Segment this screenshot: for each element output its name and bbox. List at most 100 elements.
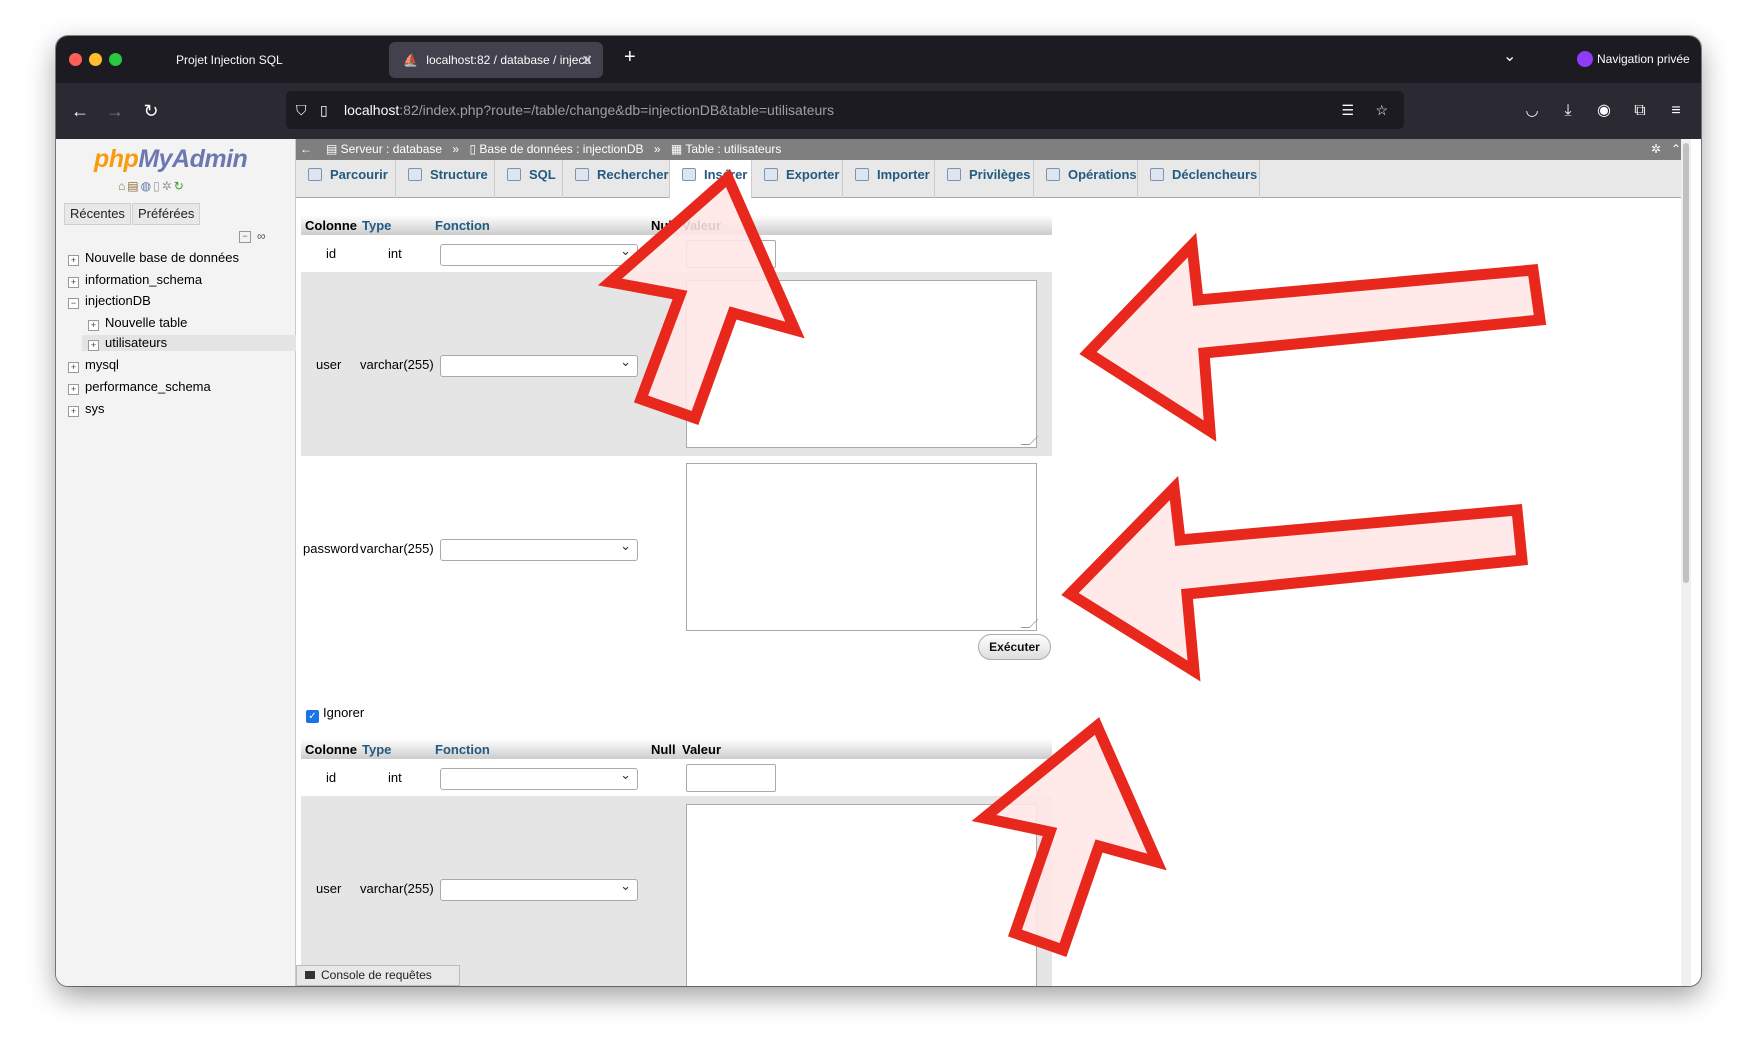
account-icon[interactable]: ◉ [1590,83,1618,139]
menu-icon[interactable]: ≡ [1662,83,1690,139]
tree-item-new-database[interactable]: + Nouvelle base de données [68,250,239,266]
bookmark-star-icon[interactable]: ☆ [1375,91,1388,129]
tab-sql[interactable]: SQL [495,160,563,198]
row-column-id-2: id [326,770,337,785]
breadcrumb-table[interactable]: Table : utilisateurs [685,142,781,156]
new-tab-button[interactable]: + [624,46,636,69]
sql-console-bar[interactable]: Console de requêtes SQL [296,965,460,986]
tree-item-information-schema[interactable]: + information_schema [68,272,202,288]
server-icon: ▤ [326,142,341,156]
execute-button[interactable]: Exécuter [978,634,1051,660]
tree-label: performance_schema [85,379,211,394]
gear-icon[interactable]: ✲ [1651,139,1661,160]
reload-icon[interactable]: ↻ [137,83,165,139]
tree-item-new-table[interactable]: + Nouvelle table [88,315,187,331]
tab-label: Importer [877,167,930,182]
reader-view-icon[interactable]: ☰ [1341,91,1354,129]
tab-label: Opérations [1068,167,1137,182]
tree-item-mysql[interactable]: + mysql [68,357,119,373]
tab-label: SQL [529,167,556,182]
forward-arrow-icon[interactable]: → [101,83,129,139]
page-icon: ▯ [320,102,328,118]
function-select-id-2[interactable] [440,767,638,790]
ignore-option[interactable]: ✓ Ignorer [306,705,364,723]
tab-operations[interactable]: Opérations [1034,160,1138,198]
expand-icon[interactable]: + [68,277,79,288]
tab-label: Exporter [786,167,840,182]
function-select-user[interactable] [440,354,638,377]
collapse-sidebar-arrow-icon[interactable]: ← [300,139,312,160]
close-window-button[interactable] [69,53,82,66]
tree-item-performance-schema[interactable]: + performance_schema [68,379,211,395]
row-column-password: password [303,541,359,556]
table-tabs: Parcourir Structure SQL Rechercher Insér… [296,160,1691,199]
tab-privileges[interactable]: Privilèges [935,160,1034,198]
collapse-top-icon[interactable]: ⌃ [1671,139,1681,160]
address-bar[interactable]: ⛉ ▯ localhost:82/index.php?route=/table/… [286,91,1404,129]
triggers-icon [1150,168,1164,181]
header-type[interactable]: Type [362,742,391,757]
browse-icon [308,168,322,181]
tab-label: Structure [430,167,488,182]
collapse-icon[interactable]: − [68,298,79,309]
scrollbar-thumb[interactable] [1683,143,1689,583]
expand-icon[interactable]: + [68,362,79,373]
tab-structure[interactable]: Structure [396,160,495,198]
phpmyadmin-logo[interactable]: phpMyAdmin [94,145,248,174]
insert-table-header: Colonne Type Fonction Null Valeur [301,215,1052,235]
tree-item-utilisateurs[interactable]: + utilisateurs [82,335,296,351]
tab-recent[interactable]: Récentes [64,203,131,225]
header-function[interactable]: Fonction [435,218,490,233]
tab-export[interactable]: Exporter [752,160,843,198]
expand-icon[interactable]: + [88,340,99,351]
docs-icon[interactable]: ▯ [153,179,162,193]
tab-insert[interactable]: Insérer [670,160,752,199]
header-function[interactable]: Fonction [435,742,490,757]
function-select-password[interactable] [440,538,638,561]
back-arrow-icon[interactable]: ← [66,83,94,139]
link-icon[interactable]: ∞ [257,229,266,243]
value-textarea-user-2[interactable] [686,804,1037,986]
collapse-all-icon[interactable]: − [239,231,251,243]
breadcrumb-server[interactable]: Serveur : database [341,142,442,156]
extensions-icon[interactable]: ⧉ [1626,83,1654,139]
value-input-id-2[interactable] [686,764,776,792]
scrollbar[interactable] [1681,139,1691,986]
tab-list-chevron-icon[interactable]: ⌄ [1503,46,1516,66]
expand-icon[interactable]: + [68,384,79,395]
browser-tab-bar: Projet Injection SQL ✕ ⛵ localhost:82 / … [56,36,1701,83]
pocket-icon[interactable]: ◡ [1518,83,1546,139]
tab-triggers[interactable]: Déclencheurs [1138,160,1260,198]
tab-browse[interactable]: Parcourir [296,160,396,198]
value-textarea-password[interactable] [686,463,1037,631]
exit-icon[interactable]: ▤ [127,179,140,193]
row-type-user: varchar(255) [360,357,434,372]
function-select-user-2[interactable] [440,878,638,901]
tab-search[interactable]: Rechercher [563,160,670,198]
close-icon[interactable]: ✕ [581,42,593,78]
row-column-user-2: user [316,881,342,896]
value-input-id[interactable] [686,240,776,268]
breadcrumb-database[interactable]: Base de données : injectionDB [479,142,643,156]
refresh-icon[interactable]: ↻ [174,179,186,193]
tree-item-injectiondb[interactable]: − injectionDB [68,293,151,309]
value-textarea-user[interactable] [686,280,1037,448]
header-value: Valeur [682,742,722,757]
export-icon [764,168,778,181]
wrench-icon [1046,168,1060,181]
header-type[interactable]: Type [362,218,391,233]
home-icon[interactable]: ⌂ [118,179,127,193]
tab-favorites[interactable]: Préférées [132,203,201,225]
row-column-user: user [316,357,342,372]
ignore-checkbox[interactable]: ✓ [306,710,319,723]
settings-icon[interactable]: ✲ [162,179,174,193]
expand-icon[interactable]: + [68,406,79,417]
tab-import[interactable]: Importer [843,160,935,198]
browser-tab-2[interactable]: ⛵ localhost:82 / database / injecti ✕ [389,42,603,78]
zoom-window-button[interactable] [109,53,122,66]
function-select-id[interactable] [440,243,638,266]
minimize-window-button[interactable] [89,53,102,66]
help-icon[interactable]: ◍ [141,179,153,193]
tree-item-sys[interactable]: + sys [68,401,105,417]
download-icon[interactable]: ⤓ [1554,83,1582,139]
